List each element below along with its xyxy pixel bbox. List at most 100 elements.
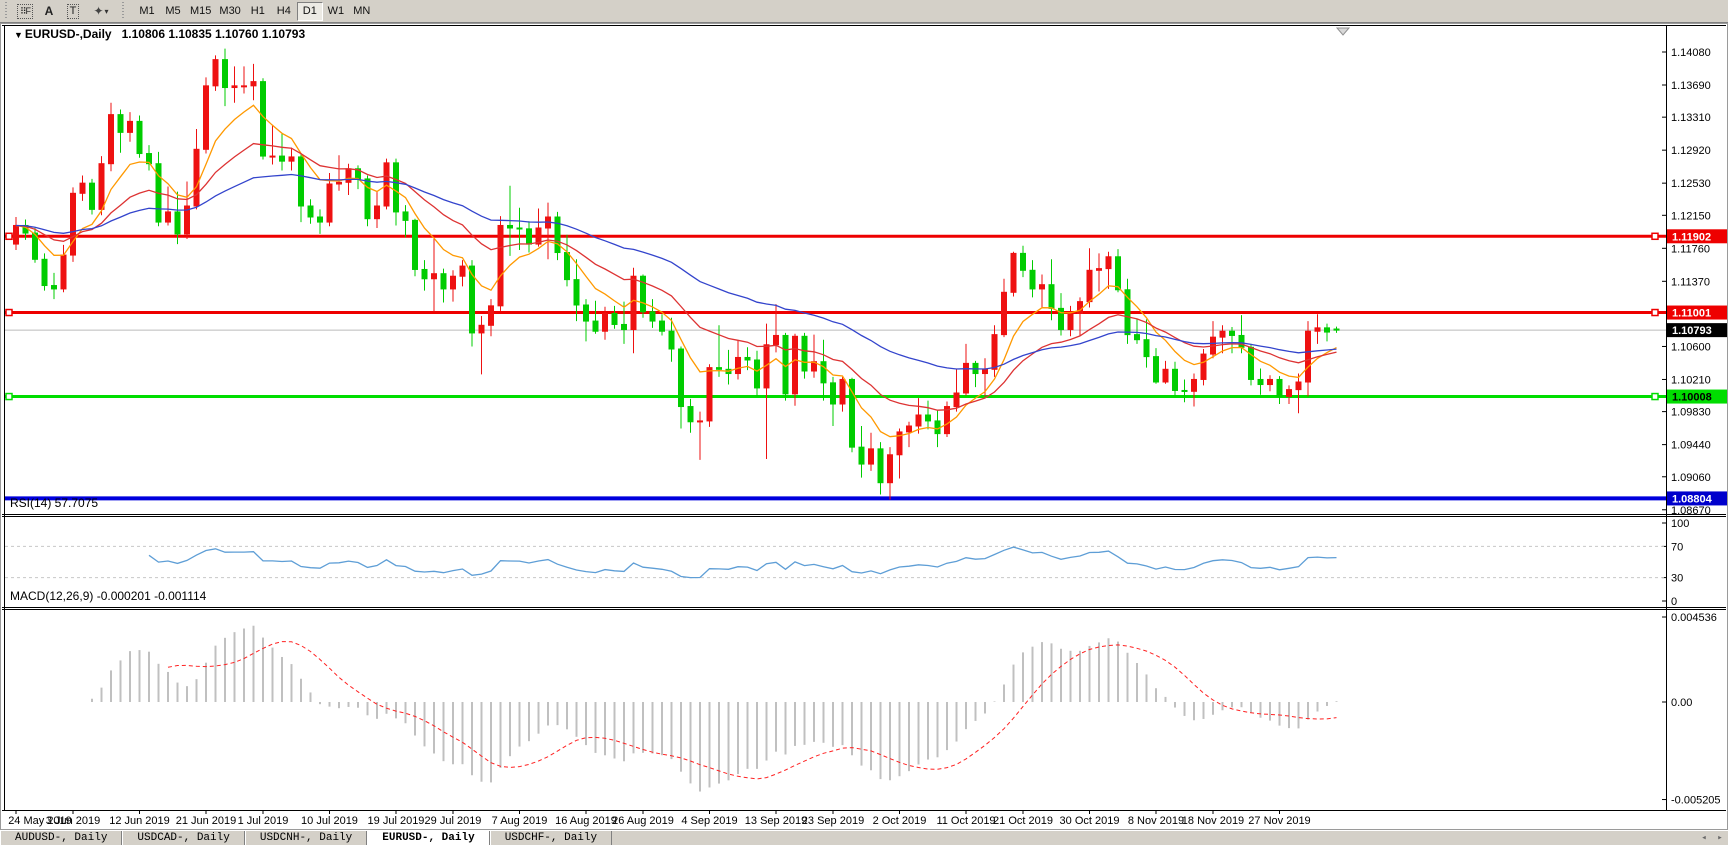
timeframe-button-m30[interactable]: M30	[215, 2, 244, 21]
price-tick-label: 1.08670	[1671, 505, 1711, 517]
candle-body	[451, 276, 456, 289]
timeframe-button-d1[interactable]: D1	[297, 2, 323, 21]
candle-body	[1011, 253, 1016, 292]
candle-body	[1201, 354, 1206, 379]
candle-body	[223, 60, 228, 88]
date-tick-label: 30 Oct 2019	[1060, 815, 1120, 827]
candle-body	[821, 362, 826, 383]
candle-body	[299, 157, 304, 206]
chart-tab-eurusd[interactable]: EURUSD-, Daily	[367, 831, 489, 845]
candle-body	[916, 415, 921, 426]
candle-body	[460, 266, 465, 276]
candle-body	[318, 217, 323, 222]
tab-scroll-right-icon[interactable]: ▸	[1712, 831, 1728, 845]
timeframe-button-h4[interactable]: H4	[271, 2, 297, 21]
grid-f-icon: ⠿F	[17, 4, 33, 19]
timeframe-button-group: M1M5M15M30H1H4D1W1MN	[134, 2, 375, 21]
line-drag-handle[interactable]	[6, 310, 12, 316]
timeframe-button-w1[interactable]: W1	[323, 2, 349, 21]
arrows-tool-button[interactable]: ✦ ▾	[85, 1, 117, 21]
macd-tick-label: 0.00	[1671, 697, 1692, 709]
candle-body	[603, 313, 608, 331]
candle-body	[631, 276, 636, 329]
candle-body	[118, 115, 123, 133]
grid-f-tool-button[interactable]: ⠿F	[13, 1, 37, 21]
text-a-tool-button[interactable]: A	[37, 1, 61, 21]
price-tick-label: 1.09440	[1671, 440, 1711, 452]
candle-body	[99, 164, 104, 210]
toolbar-drag-handle[interactable]	[3, 2, 10, 20]
candle-body	[1239, 335, 1244, 347]
candle-body	[1144, 340, 1149, 357]
line-drag-handle[interactable]	[1652, 394, 1658, 400]
price-tick-label: 1.11370	[1671, 276, 1710, 288]
candle-body	[565, 253, 570, 280]
line-drag-handle[interactable]	[6, 233, 12, 239]
date-tick-label: 21 Oct 2019	[993, 815, 1053, 827]
date-tick-label: 12 Jun 2019	[109, 815, 170, 827]
rsi-tick-label: 70	[1671, 541, 1683, 553]
candle-body	[109, 115, 114, 164]
timeframe-button-m1[interactable]: M1	[134, 2, 160, 21]
candle-body	[1087, 270, 1092, 301]
chart-tab-usdcnh[interactable]: USDCNH-, Daily	[245, 831, 367, 845]
price-badge-label: 1.11001	[1672, 308, 1711, 320]
tab-scroll-left-icon[interactable]: ◂	[1696, 831, 1712, 845]
candle-body	[128, 121, 133, 132]
price-badge-label: 1.11902	[1672, 231, 1711, 243]
line-drag-handle[interactable]	[6, 394, 12, 400]
candle-body	[1268, 379, 1273, 384]
date-tick-label: 4 Sep 2019	[681, 815, 737, 827]
line-drag-handle[interactable]	[1652, 310, 1658, 316]
date-tick-label: 11 Oct 2019	[936, 815, 995, 827]
date-tick-label: 29 Jul 2019	[425, 815, 482, 827]
price-tick-label: 1.11760	[1671, 243, 1710, 255]
candle-body	[346, 169, 351, 183]
candle-body	[755, 360, 760, 388]
text-t-tool-button[interactable]: T	[61, 1, 85, 21]
date-tick-label: 16 Aug 2019	[555, 815, 617, 827]
candle-body	[489, 306, 494, 325]
candle-body	[878, 449, 883, 483]
chart-tab-audusd[interactable]: AUDUSD-, Daily	[0, 831, 122, 845]
candle-body	[14, 225, 19, 244]
candle-body	[926, 415, 931, 421]
timeframe-button-mn[interactable]: MN	[349, 2, 375, 21]
price-tick-label: 1.12920	[1671, 145, 1711, 157]
candle-body	[1163, 369, 1168, 382]
price-chart-canvas[interactable]: 1.140801.136901.133101.129201.125301.121…	[0, 23, 1728, 830]
timeframe-button-m5[interactable]: M5	[160, 2, 186, 21]
candle-body	[698, 421, 703, 422]
candle-body	[1116, 257, 1121, 290]
candle-body	[337, 182, 342, 184]
candle-body	[232, 86, 237, 88]
timeframe-button-m15[interactable]: M15	[186, 2, 215, 21]
candle-body	[71, 193, 76, 255]
candle-body	[660, 321, 665, 331]
chart-window[interactable]: 1.140801.136901.133101.129201.125301.121…	[0, 23, 1728, 830]
candle-body	[859, 447, 864, 464]
candle-body	[707, 368, 712, 421]
candle-body	[413, 220, 418, 269]
candle-body	[479, 325, 484, 333]
line-drag-handle[interactable]	[1652, 233, 1658, 239]
timeframe-button-h1[interactable]: H1	[245, 2, 271, 21]
date-tick-label: 23 Sep 2019	[802, 815, 864, 827]
candle-body	[869, 449, 874, 464]
chart-tab-usdcad[interactable]: USDCAD-, Daily	[122, 831, 244, 845]
candle-body	[1078, 302, 1083, 314]
candle-body	[669, 331, 674, 349]
date-tick-label: 19 Jul 2019	[368, 815, 425, 827]
toolbar-drag-handle-2[interactable]	[120, 2, 127, 20]
candle-body	[327, 184, 332, 222]
macd-tick-label: -0.005205	[1671, 795, 1721, 807]
candle-body	[280, 156, 285, 161]
candle-body	[1192, 379, 1197, 391]
candle-body	[80, 183, 85, 193]
candle-body	[1325, 328, 1330, 332]
candle-body	[289, 157, 294, 161]
candle-body	[1287, 390, 1292, 397]
date-tick-label: 18 Nov 2019	[1182, 815, 1244, 827]
chart-tab-usdchf[interactable]: USDCHF-, Daily	[490, 831, 612, 845]
candle-body	[1021, 253, 1026, 270]
